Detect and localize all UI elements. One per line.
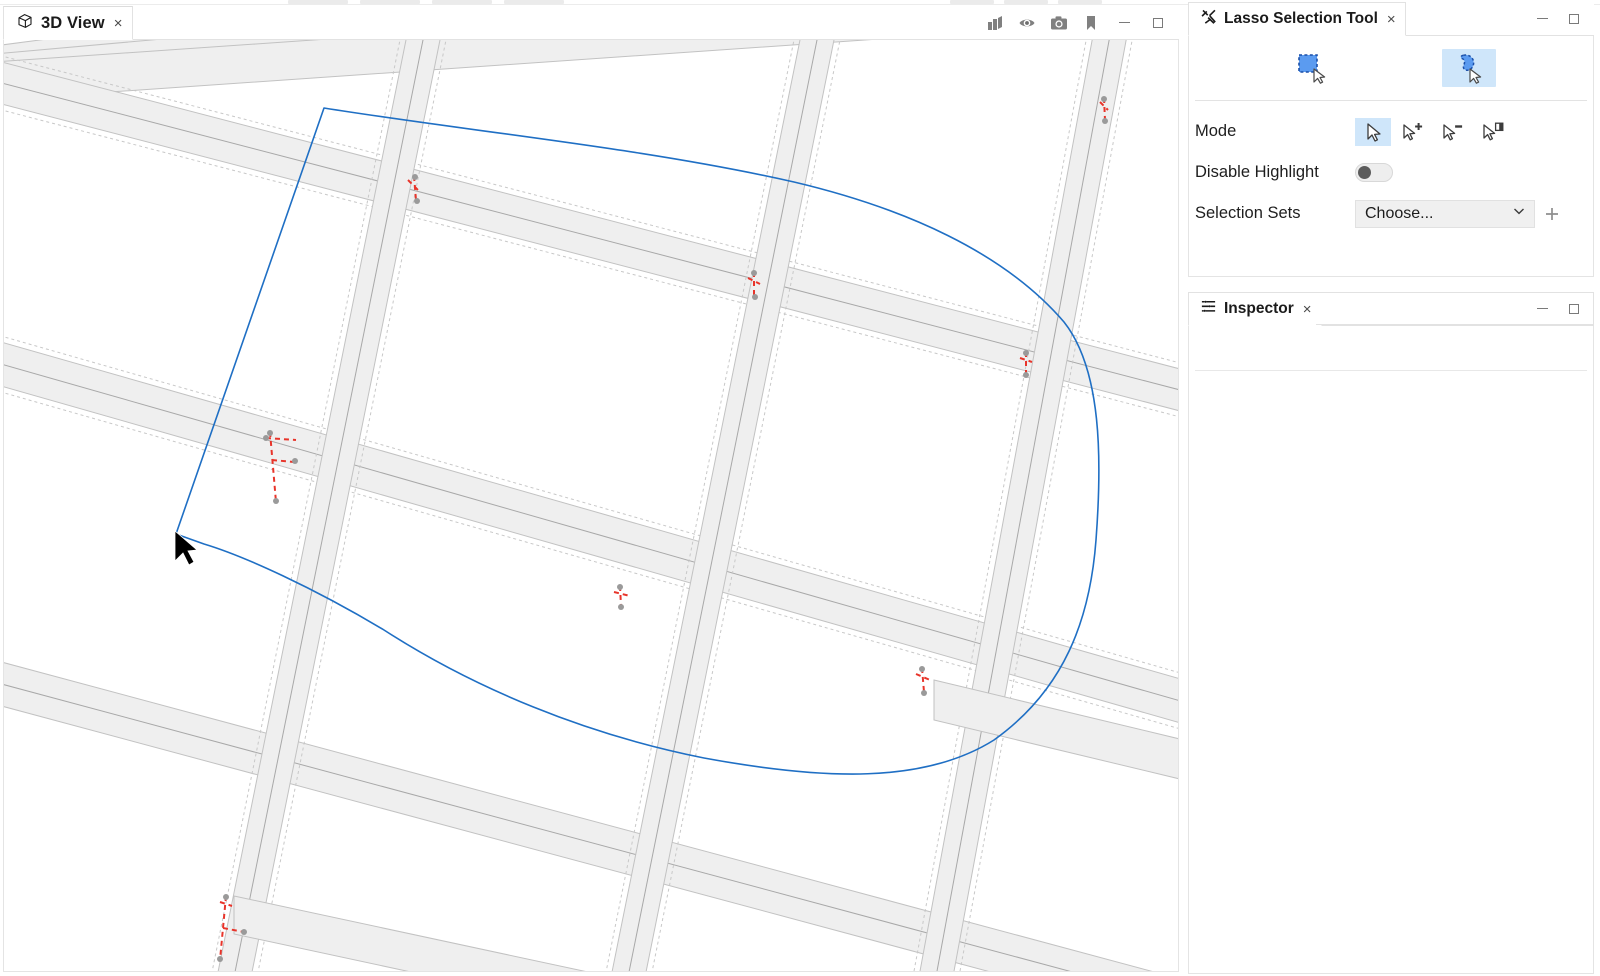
inspector-panel-tabbar: Inspector ×	[1188, 292, 1594, 326]
maximize-icon[interactable]	[1147, 13, 1169, 33]
tab-label: 3D View	[41, 13, 105, 32]
tab-3d-view[interactable]: 3D View ×	[3, 6, 134, 40]
selection-sets-row: Selection Sets Choose...	[1189, 193, 1593, 234]
chevron-down-icon	[1512, 204, 1526, 223]
toggle-knob	[1358, 166, 1371, 179]
minimize-icon[interactable]	[1531, 9, 1553, 29]
minimize-icon[interactable]	[1113, 13, 1135, 33]
road-segment	[4, 40, 873, 100]
close-icon[interactable]: ×	[114, 16, 123, 31]
properties-list-icon	[1200, 298, 1217, 320]
inspector-panel-body	[1188, 326, 1594, 974]
arrow-cursor	[174, 530, 198, 566]
layers-icon[interactable]	[985, 13, 1005, 33]
road-outline	[959, 40, 1133, 971]
road-outline	[913, 40, 1087, 971]
road-outline	[4, 56, 1178, 363]
lasso-panel-tabbar: Lasso Selection Tool ×	[1188, 2, 1594, 36]
lasso-panel-window-buttons	[1531, 2, 1585, 35]
selection-sets-dropdown[interactable]: Choose...	[1355, 199, 1535, 228]
mode-add-button[interactable]	[1395, 117, 1431, 146]
road-network	[4, 40, 1178, 971]
road-segment	[4, 62, 1178, 411]
inspector-panel-window-buttons	[1531, 292, 1585, 325]
toolbar-chip	[360, 0, 420, 4]
lasso-select-button[interactable]	[1442, 49, 1496, 87]
inspector-panel: Inspector ×	[1188, 292, 1594, 974]
road-outline	[4, 110, 1178, 417]
toolbar-chip	[1058, 0, 1102, 4]
right-panel-column: Lasso Selection Tool × Mode Disable High…	[1188, 2, 1594, 974]
close-icon[interactable]: ×	[1303, 302, 1312, 317]
bookmark-icon[interactable]	[1081, 13, 1101, 33]
panel-title: Inspector	[1224, 300, 1294, 317]
toolbar-chip	[950, 0, 994, 4]
application-window: 3D View × Lasso Selection Tool × Mode Di…	[0, 0, 1600, 976]
tab-lasso-selection-tool[interactable]: Lasso Selection Tool ×	[1188, 2, 1406, 36]
3d-viewport[interactable]	[3, 40, 1179, 972]
road-outline	[651, 40, 841, 971]
mode-label: Mode	[1195, 122, 1237, 140]
toolbar-chip	[288, 0, 348, 4]
mode-subtract-button[interactable]	[1435, 117, 1471, 146]
selection-sets-label: Selection Sets	[1195, 204, 1301, 222]
cube-icon	[16, 12, 34, 35]
mode-row: Mode	[1189, 111, 1593, 152]
close-icon[interactable]: ×	[1387, 12, 1396, 27]
selection-tool-buttons	[1189, 36, 1593, 100]
divider	[1195, 370, 1587, 371]
3d-view-dock: 3D View ×	[3, 6, 1179, 972]
add-selection-set-button[interactable]	[1539, 201, 1565, 227]
panel-title: Lasso Selection Tool	[1224, 10, 1378, 27]
lasso-panel-body: Mode Disable Highlight Selection Sets Ch…	[1188, 36, 1594, 277]
viewport-toolbar	[985, 6, 1169, 39]
disable-highlight-toggle[interactable]	[1355, 163, 1393, 182]
tools-icon	[1200, 8, 1217, 30]
road-network-scene	[4, 40, 1178, 971]
tab-inspector[interactable]: Inspector ×	[1188, 292, 1322, 326]
toolbar-chip	[1004, 0, 1048, 4]
rectangle-select-button[interactable]	[1286, 49, 1340, 87]
eye-icon[interactable]	[1017, 13, 1037, 33]
disable-highlight-label: Disable Highlight	[1195, 163, 1319, 181]
disable-highlight-row: Disable Highlight	[1189, 152, 1593, 193]
selection-sets-value: Choose...	[1365, 204, 1434, 222]
toolbar-chip	[432, 0, 492, 4]
lasso-selection-tool-panel: Lasso Selection Tool × Mode Disable High…	[1188, 2, 1594, 277]
toolbar-chip	[504, 0, 564, 4]
minimize-icon[interactable]	[1531, 299, 1553, 319]
3d-view-tabbar: 3D View ×	[3, 6, 1179, 40]
mode-intersect-button[interactable]	[1475, 117, 1511, 146]
camera-icon[interactable]	[1049, 13, 1069, 33]
mode-replace-button[interactable]	[1355, 117, 1391, 146]
maximize-icon[interactable]	[1563, 9, 1585, 29]
maximize-icon[interactable]	[1563, 299, 1585, 319]
mode-button-group	[1355, 117, 1511, 146]
